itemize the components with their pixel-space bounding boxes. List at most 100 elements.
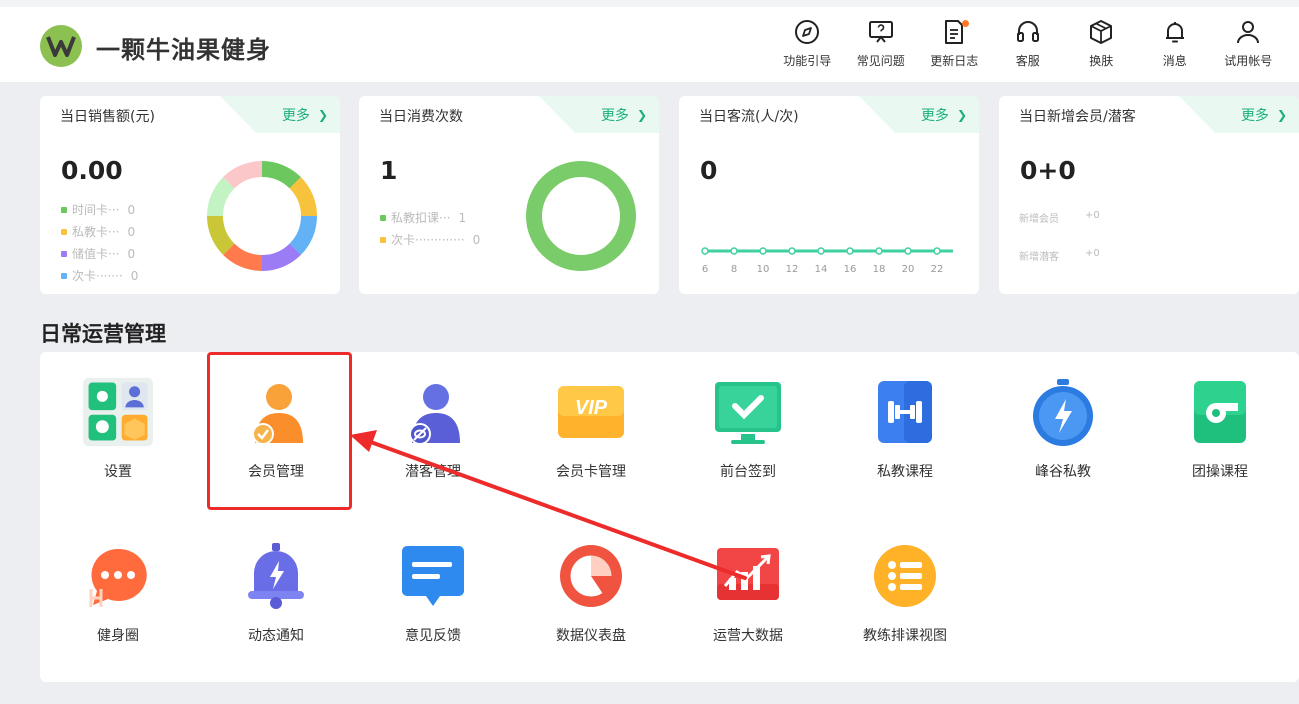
members-card: 当日新增会员/潜客 更多 ❯ 0+0 新增会员 +0 新增潜客 +0 bbox=[999, 96, 1299, 294]
more-label: 更多 bbox=[281, 107, 310, 124]
list-schedule-icon bbox=[870, 541, 940, 611]
legend-label: 私教扣课··· bbox=[391, 211, 451, 225]
app-group-classes[interactable]: 团操课程 bbox=[1160, 377, 1280, 497]
whistle-icon bbox=[1185, 377, 1255, 447]
more-label: 更多 bbox=[1240, 107, 1269, 124]
vip-card-icon: VIP bbox=[556, 377, 626, 447]
legend-item: 私教扣课··· 1 bbox=[380, 209, 466, 226]
section-title: 日常运营管理 bbox=[40, 322, 166, 346]
legend-dot bbox=[61, 206, 67, 213]
brand-logo-icon[interactable] bbox=[40, 25, 82, 67]
card-title: 当日销售额(元) bbox=[60, 109, 155, 125]
more-label: 更多 bbox=[920, 107, 949, 124]
legend-value: 0 bbox=[472, 232, 481, 247]
chat-bubble-icon bbox=[83, 541, 153, 611]
nav-guide[interactable]: 功能引导 bbox=[771, 18, 845, 69]
chevron-right-icon: ❯ bbox=[1276, 107, 1287, 122]
legend-dot bbox=[61, 272, 67, 279]
legend-label: 次卡············· bbox=[391, 233, 465, 247]
app-label: 数据仪表盘 bbox=[556, 628, 626, 644]
more-link[interactable]: 更多 ❯ bbox=[539, 96, 659, 133]
legend-label: 私教卡··· bbox=[72, 225, 120, 239]
legend-value: 1 bbox=[458, 210, 467, 225]
app-private-courses[interactable]: 私教课程 bbox=[845, 377, 965, 497]
traffic-line-chart: 6 8 10 12 14 16 18 20 22 bbox=[701, 247, 953, 275]
app-label: 意见反馈 bbox=[405, 628, 461, 644]
legend-dot bbox=[61, 250, 67, 257]
app-label: 前台签到 bbox=[720, 464, 776, 480]
legend-dot bbox=[61, 228, 67, 235]
consume-card: 当日消费次数 更多 ❯ 1 私教扣课··· 1 次卡············· 0 bbox=[359, 96, 659, 294]
card-value: 1 bbox=[380, 156, 398, 185]
traffic-card: 当日客流(人/次) 更多 ❯ 0 6 8 10 12 14 16 18 20 22 bbox=[679, 96, 979, 294]
highlight-box bbox=[207, 352, 352, 510]
consume-donut-chart bbox=[526, 161, 636, 271]
nav-messages[interactable]: 消息 bbox=[1138, 18, 1212, 69]
traffic-tick-label: 20 bbox=[902, 264, 915, 275]
legend-dot bbox=[380, 236, 386, 243]
headset-icon bbox=[1016, 21, 1039, 42]
traffic-tick-label: 6 bbox=[702, 264, 708, 275]
app-label: 设置 bbox=[104, 464, 132, 480]
new-member-label: 新增会员 bbox=[1019, 214, 1059, 225]
nav-label: 功能引导 bbox=[783, 54, 832, 68]
nav-faq[interactable]: 常见问题 bbox=[844, 18, 918, 69]
svg-text:VIP: VIP bbox=[575, 397, 608, 419]
legend-label: 储值卡··· bbox=[72, 247, 120, 261]
card-value: 0.00 bbox=[61, 156, 123, 185]
app-settings[interactable]: 设置 bbox=[58, 377, 178, 497]
user-icon bbox=[1237, 21, 1260, 44]
traffic-point bbox=[817, 247, 825, 255]
app-notifications[interactable]: 动态通知 bbox=[216, 541, 336, 661]
app-peak-valley-private[interactable]: 峰谷私教 bbox=[1003, 377, 1123, 497]
notification-dot bbox=[961, 20, 969, 27]
top-nav: 功能引导 常见问题 更新日志 客服 换肤 消息 试用帐号 bbox=[771, 18, 1286, 69]
card-title: 当日客流(人/次) bbox=[699, 109, 799, 125]
chevron-right-icon: ❯ bbox=[636, 107, 647, 122]
legend-item: 私教卡··· 0 bbox=[61, 223, 135, 240]
more-link[interactable]: 更多 ❯ bbox=[220, 96, 340, 133]
traffic-tick-label: 12 bbox=[786, 264, 799, 275]
trend-chart-icon bbox=[713, 541, 783, 611]
traffic-point bbox=[759, 247, 767, 255]
card-value: 0 bbox=[700, 156, 718, 185]
legend-dot bbox=[380, 214, 386, 221]
more-label: 更多 bbox=[600, 107, 629, 124]
app-label: 教练排课视图 bbox=[863, 628, 947, 644]
feedback-message-icon bbox=[398, 541, 468, 611]
nav-trial-account[interactable]: 试用帐号 bbox=[1212, 18, 1286, 69]
top-strip bbox=[0, 0, 1299, 7]
card-title: 当日消费次数 bbox=[379, 109, 463, 125]
more-link[interactable]: 更多 ❯ bbox=[1179, 96, 1299, 133]
traffic-point bbox=[701, 247, 709, 255]
legend-value: 0 bbox=[127, 224, 136, 239]
sales-donut-chart bbox=[207, 161, 317, 271]
app-data-dashboard[interactable]: 数据仪表盘 bbox=[531, 541, 651, 661]
nav-label: 消息 bbox=[1162, 54, 1187, 68]
app-feedback[interactable]: 意见反馈 bbox=[373, 541, 493, 661]
nav-support[interactable]: 客服 bbox=[991, 18, 1065, 69]
more-link[interactable]: 更多 ❯ bbox=[859, 96, 979, 133]
stopwatch-icon bbox=[1028, 377, 1098, 447]
legend-value: 0 bbox=[127, 246, 136, 261]
app-fitness-circle[interactable]: 健身圈 bbox=[58, 541, 178, 661]
legend-item: 时间卡··· 0 bbox=[61, 201, 135, 218]
app-label: 峰谷私教 bbox=[1035, 464, 1091, 480]
nav-skin[interactable]: 换肤 bbox=[1065, 18, 1139, 69]
app-label: 团操课程 bbox=[1192, 464, 1248, 480]
app-membership-card-management[interactable]: VIP 会员卡管理 bbox=[531, 377, 651, 497]
app-prospect-management[interactable]: 潜客管理 bbox=[373, 377, 493, 497]
top-header: 一颗牛油果健身 功能引导 常见问题 更新日志 客服 换肤 消息 试用帐号 bbox=[0, 0, 1299, 82]
app-front-desk-checkin[interactable]: 前台签到 bbox=[688, 377, 808, 497]
traffic-tick-label: 22 bbox=[931, 264, 944, 275]
traffic-point bbox=[846, 247, 854, 255]
app-label: 潜客管理 bbox=[405, 464, 461, 480]
app-operations-big-data[interactable]: 运营大数据 bbox=[688, 541, 808, 661]
nav-changelog[interactable]: 更新日志 bbox=[918, 18, 992, 69]
nav-label: 试用帐号 bbox=[1224, 54, 1273, 68]
new-member-value: +0 bbox=[1085, 210, 1100, 221]
card-value: 0+0 bbox=[1020, 156, 1076, 185]
traffic-point bbox=[875, 247, 883, 255]
prospect-icon bbox=[398, 377, 468, 447]
app-coach-schedule-view[interactable]: 教练排课视图 bbox=[845, 541, 965, 661]
